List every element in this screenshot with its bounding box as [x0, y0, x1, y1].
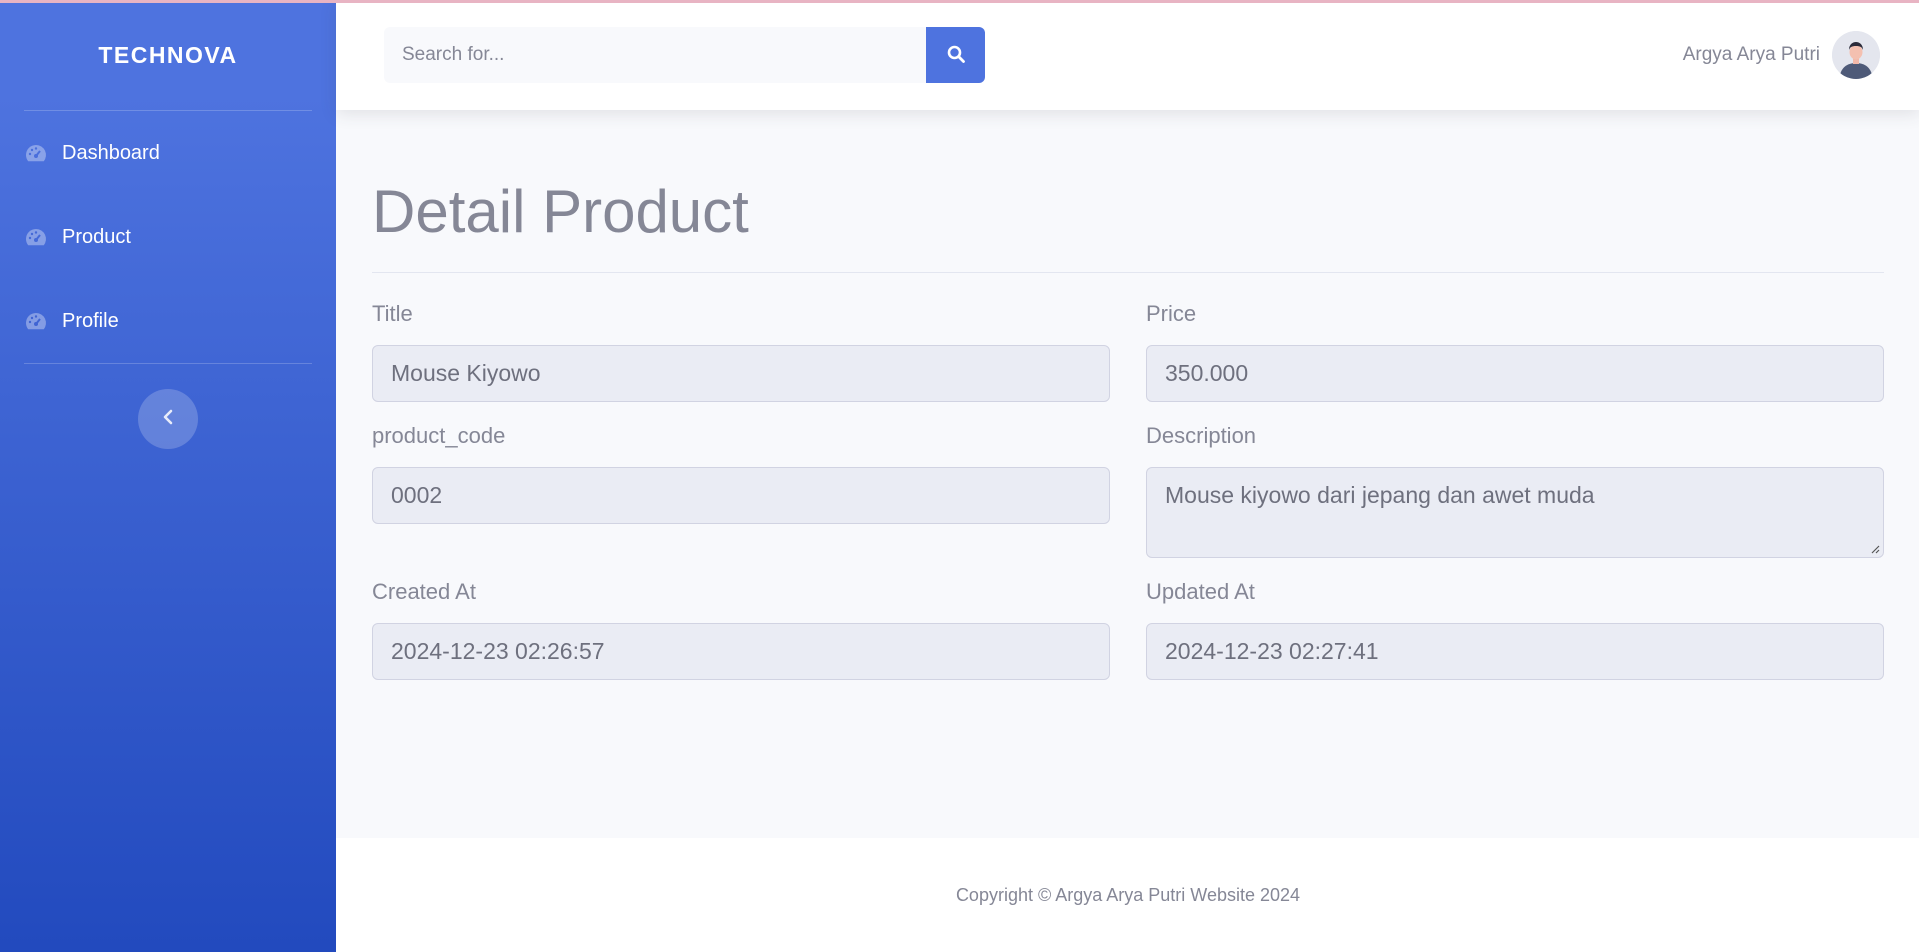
- sidebar-item-profile[interactable]: Profile: [0, 279, 336, 363]
- field-product-code: product_code 0002: [372, 423, 1110, 558]
- field-label: Description: [1146, 423, 1257, 448]
- page-title: Detail Product: [372, 182, 1884, 273]
- user-menu[interactable]: Argya Arya Putri: [1683, 31, 1880, 79]
- sidebar-item-product[interactable]: Product: [0, 195, 336, 279]
- field-created-at: Created At 2024-12-23 02:26:57: [372, 579, 1110, 680]
- updated-at-field[interactable]: 2024-12-23 02:27:41: [1146, 623, 1884, 680]
- sidebar-item-dashboard[interactable]: Dashboard: [0, 111, 336, 195]
- description-field[interactable]: Mouse kiyowo dari jepang dan awet muda: [1146, 467, 1884, 558]
- field-price: Price 350.000: [1146, 301, 1884, 402]
- field-label: product_code: [372, 423, 506, 448]
- price-field[interactable]: 350.000: [1146, 345, 1884, 402]
- sidebar: TECHNOVA Dashboard Product Profile: [0, 0, 336, 952]
- field-description: Description Mouse kiyowo dari jepang dan…: [1146, 423, 1884, 558]
- title-field[interactable]: Mouse Kiyowo: [372, 345, 1110, 402]
- avatar: [1832, 31, 1880, 79]
- brand-logo[interactable]: TECHNOVA: [0, 0, 336, 110]
- content-area: Argya Arya Putri Detail Product Title: [336, 0, 1919, 952]
- tachometer-icon: [24, 143, 50, 163]
- sidebar-item-label: Dashboard: [62, 141, 160, 164]
- app-wrapper: TECHNOVA Dashboard Product Profile Searc…: [0, 0, 1919, 952]
- field-title: Title Mouse Kiyowo: [372, 301, 1110, 402]
- field-label: Title: [372, 301, 413, 326]
- sidebar-item-label: Profile: [62, 309, 119, 332]
- resize-handle-icon[interactable]: [1870, 544, 1880, 554]
- search-button[interactable]: [926, 27, 985, 83]
- sidebar-toggle-button[interactable]: [138, 389, 198, 449]
- user-name: Argya Arya Putri: [1682, 44, 1820, 65]
- top-accent-line: [0, 0, 1919, 3]
- main-content: Detail Product Title Mouse Kiyowo Price …: [336, 110, 1919, 838]
- copyright-text: Copyright © Argya Arya Putri Website 202…: [955, 884, 1301, 905]
- tachometer-icon: [24, 227, 50, 247]
- tachometer-icon: [24, 311, 50, 331]
- field-updated-at: Updated At 2024-12-23 02:27:41: [1146, 579, 1884, 680]
- field-label: Created At: [372, 579, 476, 604]
- description-text: Mouse kiyowo dari jepang dan awet muda: [1165, 482, 1595, 508]
- chevron-left-icon: [162, 409, 174, 430]
- search-input[interactable]: [384, 27, 926, 83]
- search-group: [384, 27, 985, 83]
- topbar: Argya Arya Putri: [336, 0, 1919, 110]
- product-code-field[interactable]: 0002: [372, 467, 1110, 524]
- sidebar-item-label: Product: [62, 225, 131, 248]
- field-label: Price: [1146, 301, 1197, 326]
- product-detail-form: Title Mouse Kiyowo Price 350.000 product…: [372, 301, 1884, 701]
- footer: Copyright © Argya Arya Putri Website 202…: [336, 838, 1919, 952]
- search-icon: [946, 44, 966, 67]
- field-label: Updated At: [1146, 579, 1255, 604]
- created-at-field[interactable]: 2024-12-23 02:26:57: [372, 623, 1110, 680]
- sidebar-toggle-wrap: [0, 364, 336, 449]
